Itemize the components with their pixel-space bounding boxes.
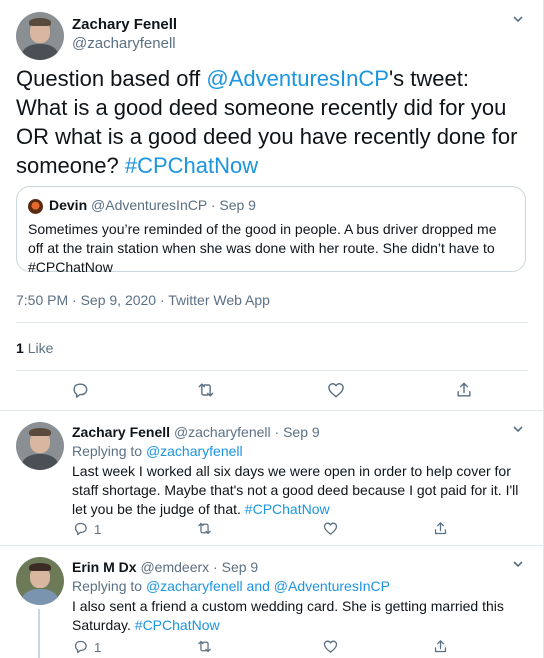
reply-date[interactable]: Sep 9	[283, 424, 320, 440]
replying-to: Replying to @zacharyfenell and @Adventur…	[72, 578, 390, 594]
reply-text: I also sent a friend a custom wedding ca…	[72, 597, 528, 635]
reply-button[interactable]: 1	[72, 520, 112, 540]
replying-and: and	[242, 578, 274, 594]
quoted-author-name: Devin	[49, 197, 88, 213]
author-handle[interactable]: @zacharyfenell	[174, 424, 271, 440]
replying-to: Replying to @zacharyfenell	[72, 443, 243, 459]
mention-link[interactable]: @zacharyfenell	[146, 443, 243, 459]
mention-link[interactable]: @AdventuresInCP	[274, 578, 390, 594]
avatar[interactable]	[16, 12, 64, 60]
retweet-icon[interactable]	[196, 520, 216, 540]
tweet-text: Question based off @AdventuresInCP's twe…	[16, 64, 526, 180]
retweet-icon[interactable]	[196, 638, 216, 658]
like-icon[interactable]	[326, 380, 346, 400]
author-handle[interactable]: @emdeerx	[140, 559, 209, 575]
chevron-down-icon[interactable]	[508, 422, 528, 442]
author-name[interactable]: Zachary Fenell	[72, 424, 170, 440]
reply-button[interactable]: 1	[72, 638, 112, 658]
hashtag-link[interactable]: #CPChatNow	[245, 501, 330, 517]
author-name[interactable]: Erin M Dx	[72, 559, 137, 575]
author-name[interactable]: Zachary Fenell	[72, 16, 177, 33]
reply-count: 1	[94, 522, 102, 537]
avatar[interactable]	[16, 422, 64, 470]
divider	[16, 322, 528, 323]
share-icon[interactable]	[432, 638, 452, 658]
mention-link[interactable]: @zacharyfenell	[146, 578, 243, 594]
hashtag-link[interactable]: #CPChatNow	[125, 153, 258, 178]
share-icon[interactable]	[454, 380, 474, 400]
mention-link[interactable]: @AdventuresInCP	[206, 66, 389, 91]
hashtag-link[interactable]: #CPChatNow	[135, 617, 220, 633]
replying-to-prefix: Replying to	[72, 443, 146, 459]
action-bar: 1	[72, 520, 528, 544]
reply-header: Zachary Fenell @zacharyfenell · Sep 9	[72, 424, 320, 440]
divider	[16, 370, 528, 371]
quoted-tweet-text: Sometimes you’re reminded of the good in…	[28, 221, 497, 275]
likes-count[interactable]: 1 Like	[16, 340, 53, 356]
chevron-down-icon[interactable]	[508, 12, 528, 32]
reply-date[interactable]: Sep 9	[222, 559, 259, 575]
reply-icon	[74, 522, 87, 536]
reply-count: 1	[94, 640, 102, 655]
divider	[0, 410, 544, 411]
tweet-timestamp[interactable]: 7:50 PM · Sep 9, 2020 · Twitter Web App	[16, 292, 270, 308]
tweet-text-prefix: Question based off	[16, 66, 207, 91]
avatar[interactable]	[16, 557, 64, 605]
author-handle[interactable]: @zacharyfenell	[72, 35, 176, 52]
separator-dot: ·	[210, 197, 216, 213]
quoted-tweet-header: Devin @AdventuresInCP · Sep 9	[49, 197, 256, 213]
likes-number: 1	[16, 340, 24, 356]
reply-header: Erin M Dx @emdeerx · Sep 9	[72, 559, 258, 575]
likes-label: Like	[27, 340, 54, 356]
action-bar: 1	[72, 638, 528, 658]
chevron-down-icon[interactable]	[508, 557, 528, 577]
separator-dot: ·	[274, 424, 280, 440]
quoted-author-handle: @AdventuresInCP	[91, 197, 207, 213]
thread-line	[38, 609, 40, 658]
share-icon[interactable]	[432, 520, 452, 540]
like-icon[interactable]	[322, 638, 342, 658]
separator-dot: ·	[213, 559, 218, 575]
replying-to-prefix: Replying to	[72, 578, 146, 594]
quoted-date: Sep 9	[219, 197, 256, 213]
divider	[0, 545, 544, 546]
retweet-icon[interactable]	[196, 380, 216, 400]
reply-icon	[74, 640, 87, 654]
avatar	[28, 199, 43, 214]
reply-text: Last week I worked all six days we were …	[72, 462, 528, 519]
quoted-tweet[interactable]: Devin @AdventuresInCP · Sep 9 Sometimes …	[16, 186, 526, 275]
like-icon[interactable]	[322, 520, 342, 540]
action-bar	[0, 380, 544, 404]
reply-icon[interactable]	[70, 380, 90, 400]
